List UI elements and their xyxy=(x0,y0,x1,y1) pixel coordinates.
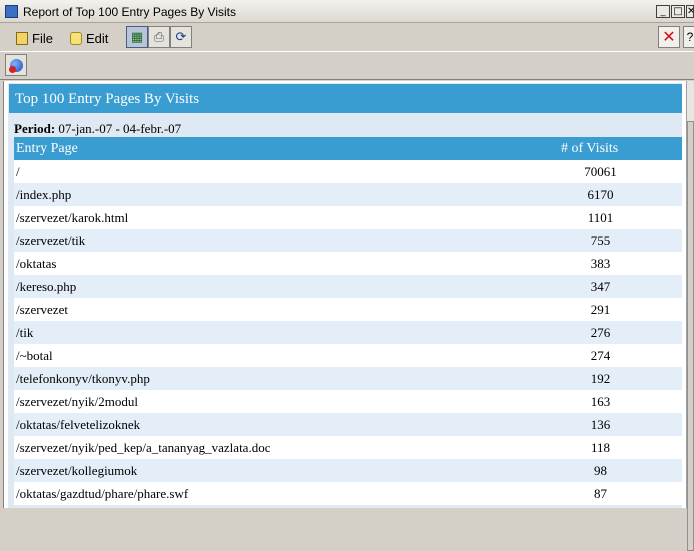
entry-page-cell: /szervezet/tik xyxy=(16,233,86,248)
menu-edit-label: Edit xyxy=(86,30,109,46)
print-button[interactable]: ⎙ xyxy=(148,26,170,48)
visits-cell: 136 xyxy=(590,417,611,432)
close-window-button[interactable]: ✕ xyxy=(686,5,694,18)
table-row: /szervezet/kollegiumok 98 xyxy=(14,459,682,482)
title-bar: Report of Top 100 Entry Pages By Visits … xyxy=(0,0,694,23)
table-row: /szervezet/karok.html 1101 xyxy=(14,206,682,229)
visits-cell: 70061 xyxy=(584,164,617,179)
entry-page-cell: /szervezet/nyik/2modul xyxy=(16,394,139,409)
visits-cell: 755 xyxy=(590,233,611,248)
table-row: /kereso.php 347 xyxy=(14,275,682,298)
menu-bar: File Edit ▦ ⎙ ⟳ ✕ ? xyxy=(0,23,694,51)
table-row: /oktatas 383 xyxy=(14,252,682,275)
menu-edit[interactable]: Edit xyxy=(70,29,108,47)
grid-icon: ▦ xyxy=(130,29,144,45)
visits-cell: 347 xyxy=(590,279,611,294)
entry-page-cell: /tik xyxy=(16,325,34,340)
entry-page-cell: /szervezet xyxy=(16,302,68,317)
refresh-button[interactable]: ⟳ xyxy=(170,26,192,48)
table-row: /szervezet/nyik/ped_kep/a_tananyag_vazla… xyxy=(14,436,682,459)
visits-cell: 383 xyxy=(590,256,611,271)
menu-file[interactable]: File xyxy=(16,29,53,47)
visits-cell: 274 xyxy=(590,348,611,363)
entry-page-cell: /oktatas/gazdtud/phare/phare.swf xyxy=(16,486,189,501)
period-line: Period: 07-jan.-07 - 04-febr.-07 xyxy=(14,121,181,137)
visits-cell: 98 xyxy=(594,463,607,478)
entry-page-cell: /oktatas xyxy=(16,256,57,271)
table-row: /tik 276 xyxy=(14,321,682,344)
visits-cell: 87 xyxy=(594,486,607,501)
column-visits: # of Visits xyxy=(561,141,619,156)
maximize-button[interactable]: □ xyxy=(671,5,685,18)
visits-cell: 276 xyxy=(590,325,611,340)
red-dot-icon xyxy=(9,66,16,73)
visits-cell: 163 xyxy=(590,394,611,409)
report-viewer[interactable]: Top 100 Entry Pages By Visits Period: 07… xyxy=(3,81,686,508)
entry-page-cell: / xyxy=(16,164,20,179)
column-entry-page: Entry Page xyxy=(16,141,78,156)
visits-cell: 192 xyxy=(590,371,611,386)
app-icon xyxy=(5,5,18,18)
visits-cell: 1101 xyxy=(587,210,614,225)
table-row: /index.php 6170 xyxy=(14,183,682,206)
table-header: Entry Page # of Visits xyxy=(14,137,682,160)
table-row: /szervezet 291 xyxy=(14,298,682,321)
report-panel: Top 100 Entry Pages By Visits Period: 07… xyxy=(8,83,682,508)
entry-page-cell: /oktatas/felvetelizoknek xyxy=(16,417,141,432)
entry-page-cell: /szervezet/nyik/ped_kep/a_tananyag_vazla… xyxy=(16,440,271,455)
table-row: /szervezet/tik 755 xyxy=(14,229,682,252)
view-report-button[interactable]: ▦ xyxy=(126,26,148,48)
visits-cell: 6170 xyxy=(587,187,614,202)
entry-page-cell: /szervezet/karok.html xyxy=(16,210,129,225)
entry-page-cell: /~botal xyxy=(16,348,53,363)
visits-cell: 118 xyxy=(590,440,611,455)
table-row: / 70061 xyxy=(14,160,682,183)
table-row: /oktatas/felvetelizoknek 136 xyxy=(14,413,682,436)
minimize-button[interactable]: _ xyxy=(656,5,670,18)
secondary-toolbar xyxy=(0,51,694,80)
entry-page-cell: /index.php xyxy=(16,187,72,202)
table-row: /telefonkonyv/tkonyv.php 192 xyxy=(14,367,682,390)
period-label: Period: xyxy=(14,121,56,136)
report-title: Top 100 Entry Pages By Visits xyxy=(9,84,682,113)
table-row: /~botal 274 xyxy=(14,344,682,367)
close-report-button[interactable]: ✕ xyxy=(658,26,680,48)
vertical-scrollbar[interactable] xyxy=(686,81,694,551)
entry-page-cell: /szervezet/kollegiumok xyxy=(16,463,138,478)
edit-icon xyxy=(70,31,82,45)
file-icon xyxy=(16,31,28,45)
table-body: / 70061/index.php 6170/szervezet/karok.htm… xyxy=(14,160,682,505)
entry-page-cell: /kereso.php xyxy=(16,279,77,294)
menu-file-label: File xyxy=(32,30,53,46)
open-in-browser-button[interactable] xyxy=(5,54,27,76)
window-title: Report of Top 100 Entry Pages By Visits xyxy=(23,5,237,19)
entry-page-cell: /telefonkonyv/tkonyv.php xyxy=(16,371,150,386)
period-value: 07-jan.-07 - 04-febr.-07 xyxy=(58,121,182,136)
printer-icon: ⎙ xyxy=(153,29,165,45)
refresh-icon: ⟳ xyxy=(175,29,187,45)
help-button[interactable]: ? xyxy=(683,26,694,48)
table-row: /oktatas/gazdtud/phare/phare.swf 87 xyxy=(14,482,682,505)
table-row: /szervezet/nyik/2modul 163 xyxy=(14,390,682,413)
visits-cell: 291 xyxy=(590,302,611,317)
scrollbar-thumb[interactable] xyxy=(687,121,694,551)
